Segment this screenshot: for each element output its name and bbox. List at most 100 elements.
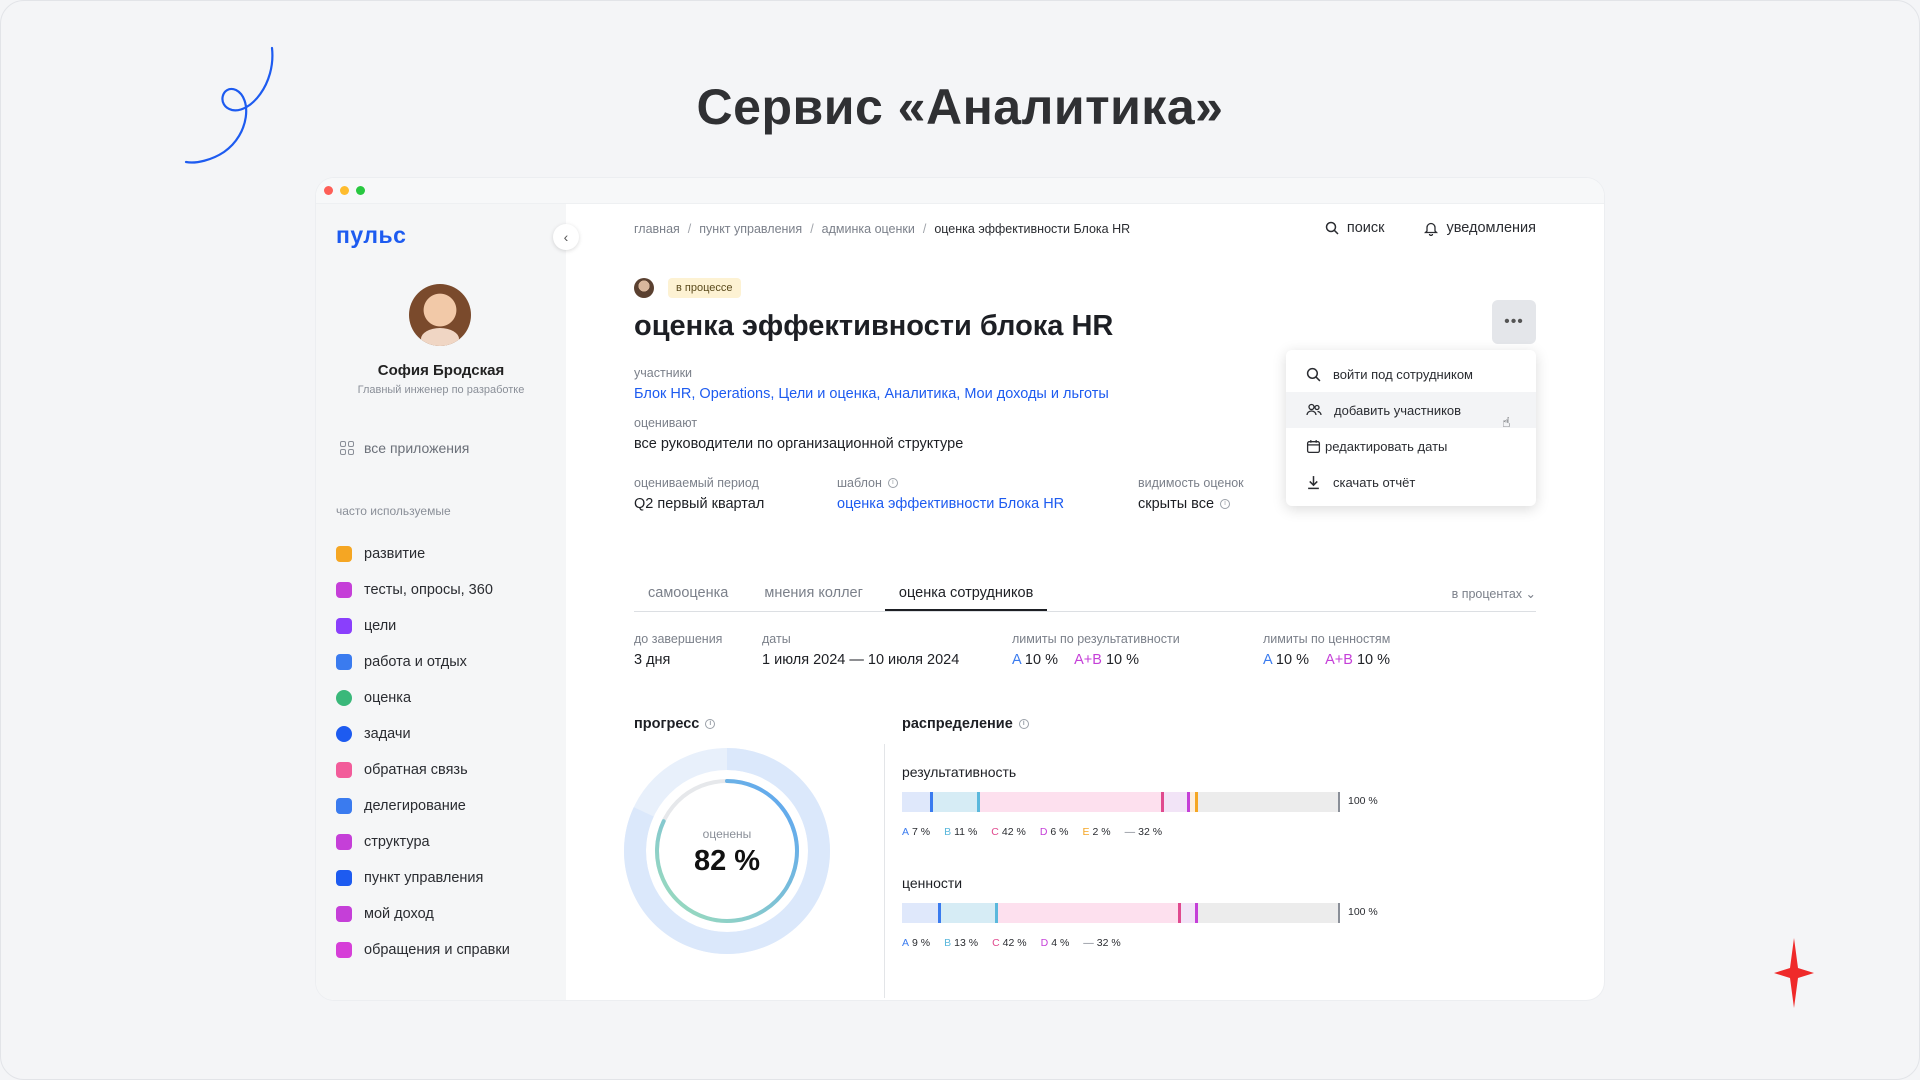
dates-label: даты <box>762 632 791 646</box>
distribution-segment[interactable] <box>941 903 998 923</box>
all-apps-link[interactable]: все приложения <box>340 440 469 456</box>
sidebar-nav: развитие тесты, опросы, 360 цели работа и о… <box>336 536 510 968</box>
wrench-icon <box>336 870 352 886</box>
legend-item: D4 % <box>1041 937 1070 949</box>
download-icon <box>1308 475 1319 489</box>
period-label: оцениваемый период <box>634 476 759 490</box>
sidebar-item-1[interactable]: тесты, опросы, 360 <box>336 572 510 608</box>
distribution-segment[interactable] <box>1198 903 1338 923</box>
structure-icon <box>336 834 352 850</box>
participants-link[interactable]: Блок HR, Operations, Цели и оценка, Анал… <box>634 386 1109 402</box>
visibility-label: видимость оценок <box>1138 476 1244 490</box>
more-actions-button[interactable]: ••• <box>1492 300 1536 344</box>
distribution-segment[interactable] <box>932 792 981 812</box>
sidebar-item-5[interactable]: задачи <box>336 716 510 752</box>
sidebar-item-label: оценка <box>364 690 412 706</box>
sidebar-item-8[interactable]: структура <box>336 824 510 860</box>
sidebar-item-0[interactable]: развитие <box>336 536 510 572</box>
breadcrumb-current: оценка эффективности Блока HR <box>934 222 1131 236</box>
template-link[interactable]: оценка эффективности Блока HR <box>837 496 1064 512</box>
menu-item-label: скачать отчёт <box>1333 474 1416 490</box>
legend-key: — <box>1124 826 1136 838</box>
minimize-window-dot[interactable] <box>340 186 349 195</box>
tab-peer-opinions[interactable]: мнения коллег <box>750 578 877 611</box>
legend-key: B <box>944 937 952 949</box>
sidebar-item-3[interactable]: работа и отдых <box>336 644 510 680</box>
menu-item-download-report[interactable]: скачать отчёт <box>1286 464 1536 500</box>
info-icon[interactable]: i <box>705 719 716 729</box>
document-icon <box>336 942 352 958</box>
breadcrumb-admin[interactable]: админка оценки <box>822 222 915 236</box>
notifications-button[interactable]: уведомления <box>1424 220 1536 236</box>
legend-item: —32 % <box>1083 937 1120 949</box>
sidebar-item-2[interactable]: цели <box>336 608 510 644</box>
search-label: поиск <box>1346 220 1385 236</box>
bell-icon <box>1424 222 1439 236</box>
sidebar-item-label: пункт управления <box>364 870 484 886</box>
legend-key: E <box>1082 826 1090 838</box>
evaluators-value: все руководители по организационной стру… <box>634 436 964 452</box>
progress-donut: оценены 82 % <box>624 748 830 954</box>
sidebar-item-9[interactable]: пункт управления <box>336 860 510 896</box>
breadcrumb-home[interactable]: главная <box>634 222 680 236</box>
distribution-segment[interactable] <box>1198 792 1338 812</box>
search-icon <box>1306 367 1321 381</box>
info-icon[interactable]: i <box>1220 499 1231 509</box>
grid-icon <box>340 441 354 455</box>
perf-a-value: 10 % <box>1024 652 1058 668</box>
breadcrumb: главная / пункт управления / админка оценк… <box>634 222 1131 236</box>
perf-ab-label: A+B <box>1074 652 1102 668</box>
distribution-segment[interactable] <box>1181 903 1199 923</box>
distribution-segment[interactable] <box>980 792 1164 812</box>
val-a-label: A <box>1263 652 1272 668</box>
distribution-segment[interactable] <box>902 792 933 812</box>
tab-self-assessment[interactable]: самооценка <box>634 578 742 611</box>
sidebar-item-7[interactable]: делегирование <box>336 788 510 824</box>
units-select[interactable]: в процентах ⌄ <box>1452 586 1536 601</box>
sidebar-item-10[interactable]: мой доход <box>336 896 510 932</box>
template-label: шаблон <box>837 476 882 490</box>
app-logo[interactable]: пульс <box>336 222 406 249</box>
menu-item-edit-dates[interactable]: редактировать даты <box>1286 428 1536 464</box>
maximize-window-dot[interactable] <box>356 186 365 195</box>
close-window-dot[interactable] <box>324 186 333 195</box>
menu-item-add-participants[interactable]: добавить участников ☝ <box>1286 392 1536 430</box>
distribution-heading: распределение <box>902 716 1013 732</box>
tab-employee-assessment[interactable]: оценка сотрудников <box>884 578 1048 611</box>
breadcrumb-control[interactable]: пункт управления <box>699 222 802 236</box>
values-limits-value: A 10 % A+B 10 % <box>1263 652 1390 668</box>
sidebar-item-11[interactable]: обращения и справки <box>336 932 510 968</box>
sidebar-item-label: работа и отдых <box>364 654 467 670</box>
val-ab-value: 10 % <box>1356 652 1390 668</box>
info-icon[interactable]: i <box>1018 719 1029 729</box>
distribution-heading-wrap: распределение i <box>902 716 1029 732</box>
user-avatar[interactable] <box>409 284 471 346</box>
distribution-segment[interactable] <box>1189 792 1199 812</box>
distribution-legend: A7 % B 11 % C 42 % D 6 % E 2 % —32 % <box>902 826 1162 838</box>
distribution-segment[interactable] <box>902 903 942 923</box>
user-name: София Бродская <box>377 362 505 379</box>
collapse-sidebar-button[interactable]: ‹ <box>553 224 579 250</box>
search-button[interactable]: поиск <box>1325 220 1385 236</box>
legend-value: 13 % <box>954 937 979 949</box>
add-people-icon <box>1306 403 1322 416</box>
sidebar-item-label: делегирование <box>364 798 466 814</box>
menu-item-login-as[interactable]: войти под сотрудником <box>1286 356 1536 392</box>
sidebar-item-6[interactable]: обратная связь <box>336 752 510 788</box>
distribution-segment[interactable] <box>1163 792 1190 812</box>
chevron-left-icon: ‹ <box>563 229 569 245</box>
status-badge: в процессе <box>668 278 741 298</box>
all-apps-label: все приложения <box>364 440 470 456</box>
owner-avatar[interactable] <box>634 278 654 298</box>
info-icon[interactable]: i <box>887 478 898 488</box>
star-circle-icon <box>336 690 352 706</box>
dates-value: 1 июля 2024 — 10 июля 2024 <box>762 652 960 668</box>
sidebar-item-4[interactable]: оценка <box>336 680 510 716</box>
legend-value: 2 % <box>1092 826 1111 838</box>
progress-heading: прогресс <box>634 716 700 732</box>
legend-item: B 11 % <box>944 826 977 838</box>
app-window: пульс ‹ София Бродская Главный инженер п… <box>316 178 1604 1000</box>
legend-key: C <box>992 937 1000 949</box>
distribution-segment[interactable] <box>997 903 1182 923</box>
chat-icon <box>336 654 352 670</box>
